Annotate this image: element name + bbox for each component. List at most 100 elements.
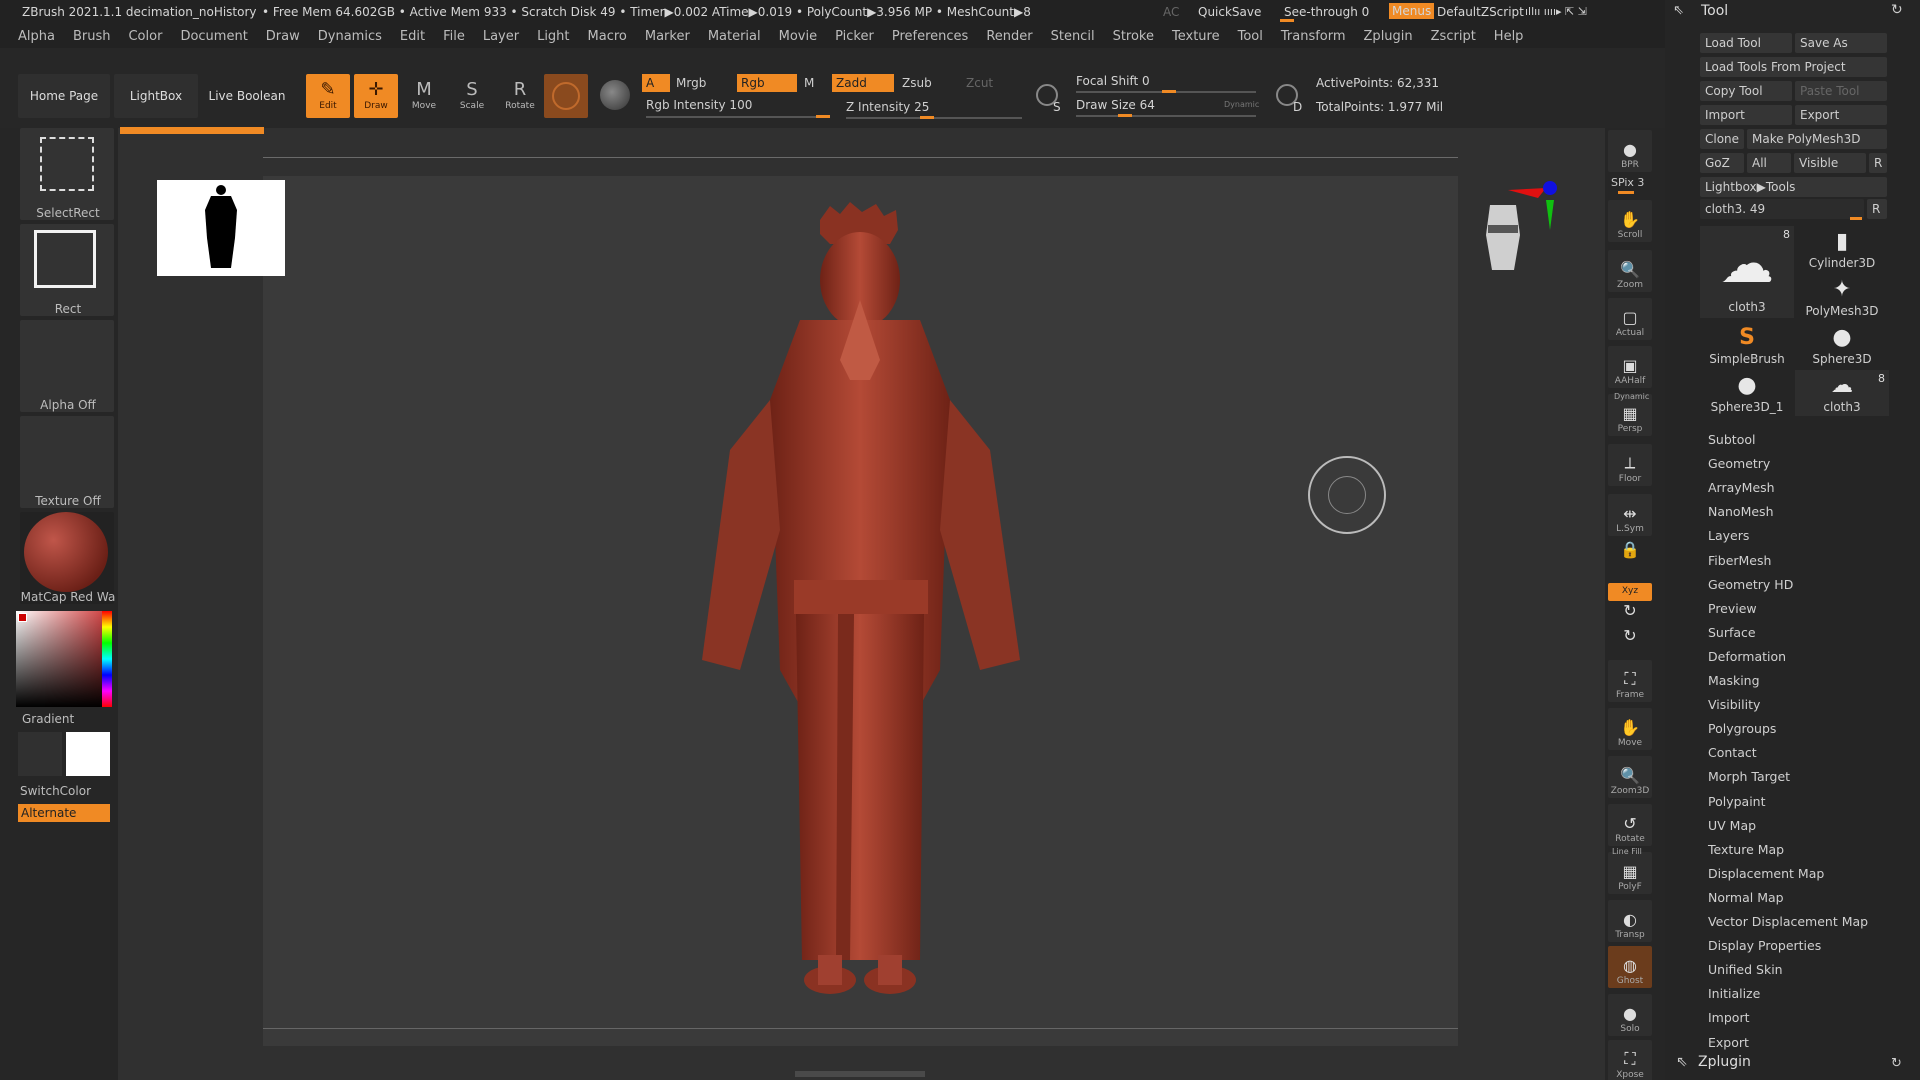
menu-brush[interactable]: Brush xyxy=(73,29,111,44)
tool-section-deformation[interactable]: Deformation xyxy=(1708,649,1786,664)
menu-zscript[interactable]: Zscript xyxy=(1431,29,1476,44)
tool-section-normal-map[interactable]: Normal Map xyxy=(1708,890,1784,905)
dock-frame-button[interactable]: ⛶ Frame xyxy=(1608,660,1652,702)
menu-zplugin[interactable]: Zplugin xyxy=(1364,29,1413,44)
tool-section-masking[interactable]: Masking xyxy=(1708,673,1760,688)
dock-zoom3d-button[interactable]: 🔍 Zoom3D xyxy=(1608,756,1652,798)
tool-section-contact[interactable]: Contact xyxy=(1708,745,1757,760)
tool-section-vector-displacement-map[interactable]: Vector Displacement Map xyxy=(1708,914,1868,929)
menu-preferences[interactable]: Preferences xyxy=(892,29,968,44)
goz-r-button[interactable]: R xyxy=(1869,153,1887,173)
dock-actual-button[interactable]: ▢ Actual xyxy=(1608,298,1652,340)
stroke-icon[interactable] xyxy=(600,80,630,110)
tool-section-polygroups[interactable]: Polygroups xyxy=(1708,721,1776,736)
tool-section-fibermesh[interactable]: FiberMesh xyxy=(1708,553,1771,568)
palette-pin-icon[interactable]: ⇖ xyxy=(1673,3,1684,18)
tool-section-geometry[interactable]: Geometry xyxy=(1708,456,1770,471)
tool-section-initialize[interactable]: Initialize xyxy=(1708,986,1760,1001)
tool-section-visibility[interactable]: Visibility xyxy=(1708,697,1760,712)
tool-thumb-cloth3[interactable]: ☁ cloth3 8 xyxy=(1700,226,1794,318)
menu-color[interactable]: Color xyxy=(128,29,162,44)
lightbox-button[interactable]: LightBox xyxy=(114,74,198,118)
navigator-thumbnail[interactable] xyxy=(157,180,285,276)
switch-color-button[interactable]: SwitchColor xyxy=(20,784,120,798)
menu-draw[interactable]: Draw xyxy=(266,29,300,44)
brush-icon[interactable] xyxy=(544,74,588,118)
main-color[interactable] xyxy=(66,732,110,776)
dock-spacer-10-button[interactable]: ↻ xyxy=(1608,601,1652,623)
menu-help[interactable]: Help xyxy=(1494,29,1524,44)
menus-toggle[interactable]: Menus xyxy=(1389,3,1435,19)
menu-file[interactable]: File xyxy=(443,29,465,44)
palette-refresh-icon[interactable]: ↻ xyxy=(1891,2,1903,18)
copy-tool-button[interactable]: Copy Tool xyxy=(1700,81,1792,101)
clone-button[interactable]: Clone xyxy=(1700,129,1744,149)
menu-picker[interactable]: Picker xyxy=(835,29,874,44)
dock-zoom-button[interactable]: 🔍 Zoom xyxy=(1608,250,1652,292)
dock-lsym-button[interactable]: ⇹ L.Sym xyxy=(1608,494,1652,536)
tool-section-nanomesh[interactable]: NanoMesh xyxy=(1708,504,1774,519)
menu-texture[interactable]: Texture xyxy=(1172,29,1220,44)
m-toggle[interactable]: M xyxy=(800,74,820,92)
lightbox-tools-button[interactable]: Lightbox▶Tools xyxy=(1700,177,1887,197)
zadd-toggle[interactable]: Zadd xyxy=(832,74,894,92)
tool-thumb-cloth3[interactable]: ☁ cloth3 8 xyxy=(1795,370,1889,416)
dock-polyf-button[interactable]: ▦ PolyF xyxy=(1608,852,1652,894)
tool-section-arraymesh[interactable]: ArrayMesh xyxy=(1708,480,1775,495)
mrgb-toggle[interactable]: Mrgb xyxy=(672,74,732,92)
menu-material[interactable]: Material xyxy=(708,29,761,44)
dock-ghost-button[interactable]: ◍ Ghost xyxy=(1608,946,1652,988)
dock-scroll-button[interactable]: ✋ Scroll xyxy=(1608,200,1652,242)
zsub-toggle[interactable]: Zsub xyxy=(898,74,958,92)
dock-xyz-button[interactable]: Xyz xyxy=(1608,583,1652,601)
tool-section-unified-skin[interactable]: Unified Skin xyxy=(1708,962,1783,977)
layout-icons[interactable]: ıllıı ıııı▸ ⇱ ⇲ xyxy=(1525,5,1587,18)
tool-thumb-polymesh3d[interactable]: ✦ PolyMesh3D xyxy=(1795,274,1889,320)
tool-thumb-simplebrush[interactable]: S SimpleBrush xyxy=(1700,322,1794,368)
tool-thumb-cylinder3d[interactable]: ▮ Cylinder3D xyxy=(1795,226,1889,272)
menu-movie[interactable]: Movie xyxy=(779,29,817,44)
menu-marker[interactable]: Marker xyxy=(645,29,690,44)
dock-spacer-8-button[interactable]: 🔒 xyxy=(1608,540,1652,562)
home-page-button[interactable]: Home Page xyxy=(18,74,110,118)
goz-visible-button[interactable]: Visible xyxy=(1794,153,1866,173)
goz-button[interactable]: GoZ xyxy=(1700,153,1744,173)
dynamic-label[interactable]: Dynamic xyxy=(1224,100,1259,109)
tool-section-layers[interactable]: Layers xyxy=(1708,528,1749,543)
tool-section-surface[interactable]: Surface xyxy=(1708,625,1756,640)
menu-render[interactable]: Render xyxy=(986,29,1032,44)
tool-section-geometry-hd[interactable]: Geometry HD xyxy=(1708,577,1793,592)
tool-section-export[interactable]: Export xyxy=(1708,1035,1749,1050)
spix-slider[interactable]: SPix 3 xyxy=(1611,176,1644,189)
menu-stroke[interactable]: Stroke xyxy=(1113,29,1154,44)
tool-section-display-properties[interactable]: Display Properties xyxy=(1708,938,1821,953)
a-toggle[interactable]: A xyxy=(642,74,670,92)
canvas-scroll-handle[interactable] xyxy=(795,1071,925,1077)
menu-layer[interactable]: Layer xyxy=(483,29,519,44)
tool-section-import[interactable]: Import xyxy=(1708,1010,1750,1025)
quicksave-button[interactable]: QuickSave xyxy=(1198,5,1261,19)
tool-thumb-sphere3d[interactable]: ● Sphere3D xyxy=(1795,322,1889,368)
menu-stencil[interactable]: Stencil xyxy=(1051,29,1095,44)
z-intensity-slider[interactable]: Z Intensity 25 xyxy=(842,98,1022,116)
zplugin-title[interactable]: Zplugin xyxy=(1698,1054,1751,1070)
menu-tool[interactable]: Tool xyxy=(1238,29,1263,44)
menu-document[interactable]: Document xyxy=(180,29,247,44)
draw-size-slider[interactable]: Draw Size 64 xyxy=(1076,98,1155,112)
focal-shift-slider[interactable]: Focal Shift 0 xyxy=(1076,74,1150,88)
tool-thumb-sphere3d_1[interactable]: ● Sphere3D_1 xyxy=(1700,370,1794,416)
zcut-toggle[interactable]: Zcut xyxy=(962,74,1022,92)
rgb-intensity-slider[interactable]: Rgb Intensity 100 xyxy=(642,96,822,114)
import-button[interactable]: Import xyxy=(1700,105,1792,125)
menu-transform[interactable]: Transform xyxy=(1281,29,1346,44)
draw-tool-button[interactable]: ✛ Draw xyxy=(354,74,398,118)
scale-tool-button[interactable]: S Scale xyxy=(450,74,494,118)
current-tool-r-button[interactable]: R xyxy=(1867,199,1887,219)
tool-section-preview[interactable]: Preview xyxy=(1708,601,1757,616)
zplugin-pin-icon[interactable]: ⇖ xyxy=(1676,1054,1688,1070)
menu-edit[interactable]: Edit xyxy=(400,29,425,44)
tool-section-subtool[interactable]: Subtool xyxy=(1708,432,1755,447)
menu-alpha[interactable]: Alpha xyxy=(18,29,55,44)
export-button[interactable]: Export xyxy=(1795,105,1887,125)
zplugin-refresh-icon[interactable]: ↻ xyxy=(1891,1056,1902,1071)
